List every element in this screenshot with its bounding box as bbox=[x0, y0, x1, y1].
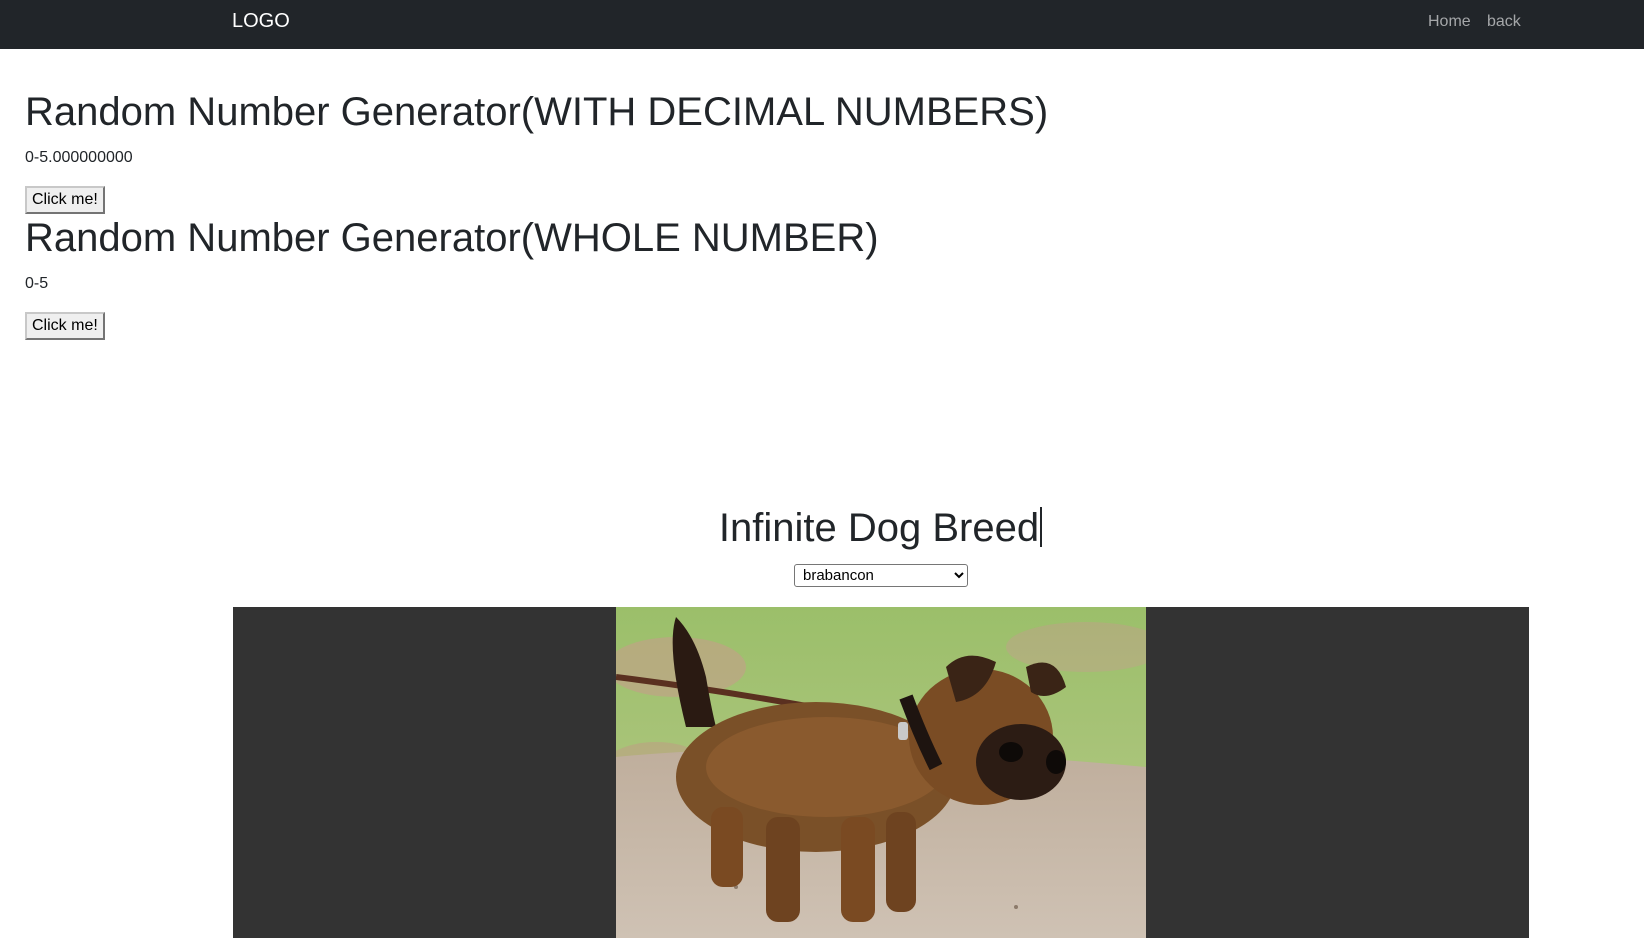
brabancon-puppy-image bbox=[616, 607, 1146, 938]
dog-image-viewer bbox=[233, 607, 1529, 938]
dog-breed-title-text: Infinite Dog Breed bbox=[718, 506, 1040, 550]
dog-photo bbox=[616, 607, 1146, 938]
whole-generator-title: Random Number Generator(WHOLE NUMBER) bbox=[25, 216, 879, 260]
decimal-generator-title: Random Number Generator(WITH DECIMAL NUM… bbox=[25, 90, 1049, 134]
decimal-generate-button[interactable]: Click me! bbox=[25, 186, 105, 214]
whole-generate-button[interactable]: Click me! bbox=[25, 312, 105, 340]
logo-link[interactable]: LOGO bbox=[232, 9, 290, 33]
decimal-generator-range: 0-5.000000000 bbox=[25, 149, 133, 166]
text-caret bbox=[1040, 507, 1043, 547]
nav-back-link[interactable]: back bbox=[1487, 12, 1521, 32]
nav-home-link[interactable]: Home bbox=[1428, 12, 1471, 32]
whole-generator-range: 0-5 bbox=[25, 275, 49, 292]
dog-breed-title: Infinite Dog Breed bbox=[0, 504, 1644, 552]
navbar: LOGO Home back bbox=[0, 0, 1644, 49]
breed-select[interactable]: brabancon bbox=[794, 564, 968, 587]
